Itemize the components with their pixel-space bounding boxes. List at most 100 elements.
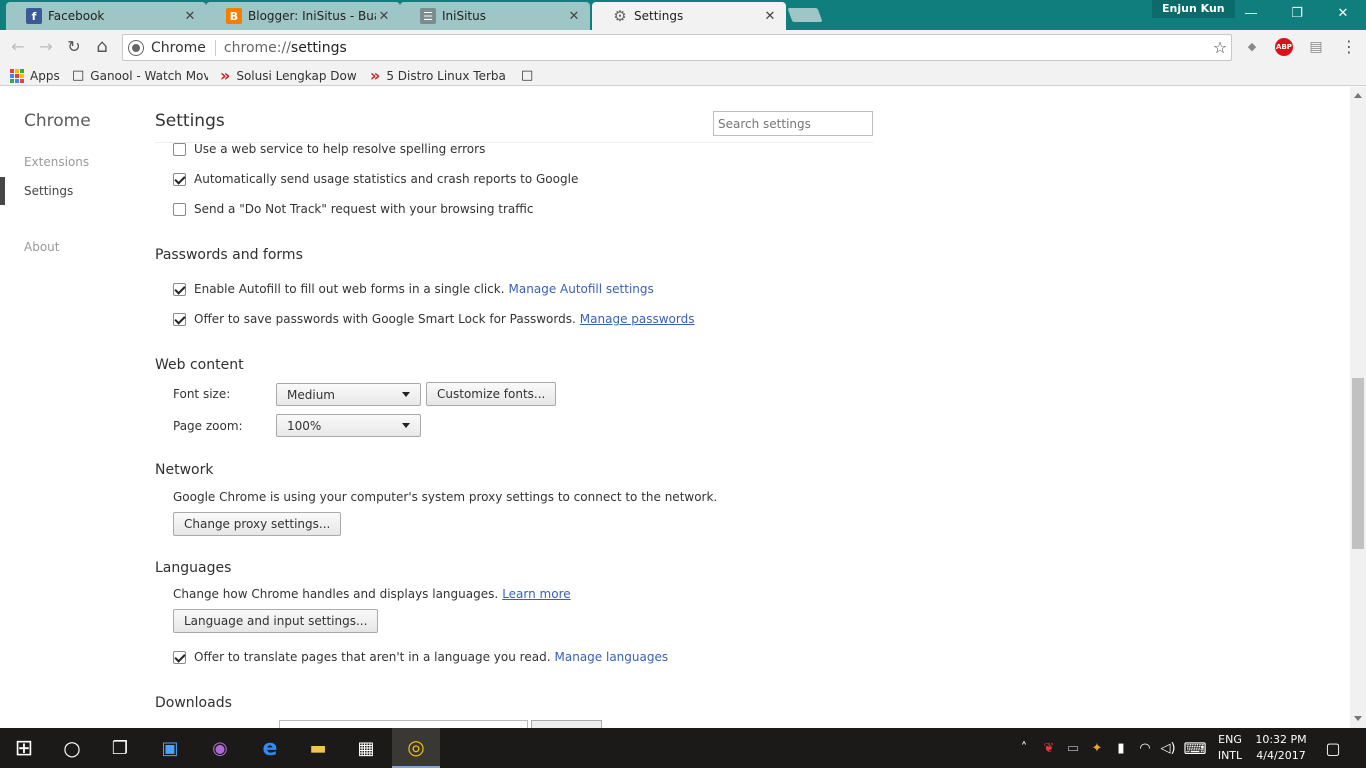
font-size-select[interactable]: Medium <box>276 383 421 406</box>
tab-inisitus[interactable]: ☰ IniSitus ✕ <box>400 2 590 30</box>
autofill-checkbox[interactable] <box>173 282 186 296</box>
input-language-indicator[interactable]: ENG INTL <box>1212 732 1248 764</box>
back-button[interactable]: ← <box>7 36 29 58</box>
address-bar[interactable]: Chrome chrome://settings ☆ <box>122 34 1232 61</box>
manage-autofill-link[interactable]: Manage Autofill settings <box>509 282 654 296</box>
keyboard-icon[interactable]: ⌨ <box>1182 728 1208 768</box>
battery-icon[interactable]: ▮ <box>1110 728 1132 768</box>
tray-app-icon[interactable]: ❦ <box>1038 728 1060 768</box>
learn-more-link[interactable]: Learn more <box>502 587 570 601</box>
nav-title: Chrome <box>24 111 91 131</box>
font-size-label: Font size: <box>173 387 231 401</box>
scrollbar-thumb[interactable] <box>1352 378 1364 549</box>
url-scheme: chrome:// <box>223 39 291 56</box>
red-chevron-icon: » <box>220 67 231 84</box>
section-title-passwords: Passwords and forms <box>155 247 303 263</box>
task-view-button[interactable]: ❐ <box>96 728 144 768</box>
tab-facebook[interactable]: f Facebook ✕ <box>6 2 206 30</box>
facebook-icon: f <box>26 8 42 24</box>
save-passwords-checkbox[interactable] <box>173 312 186 326</box>
bookmark-apps[interactable]: Apps <box>10 67 60 84</box>
spelling-service-checkbox[interactable] <box>173 142 186 156</box>
tray-settings-icon[interactable]: ✦ <box>1086 728 1108 768</box>
manage-languages-link[interactable]: Manage languages <box>555 650 669 664</box>
shield-extension-icon[interactable]: ◆ <box>1243 38 1261 56</box>
page-icon: □ <box>521 68 534 83</box>
gear-icon: ⚙ <box>613 7 627 25</box>
save-passwords-row[interactable]: Offer to save passwords with Google Smar… <box>173 312 694 326</box>
show-hidden-icons-icon[interactable]: ˄ <box>1014 728 1034 768</box>
url-text[interactable]: chrome://settings <box>224 40 1209 56</box>
volume-icon[interactable]: ◁) <box>1156 728 1180 768</box>
nav-selected-marker <box>0 177 5 205</box>
bookmark-distro-linux[interactable]: » 5 Distro Linux Terbaik <box>370 67 506 84</box>
nav-item-settings[interactable]: Settings <box>24 184 73 198</box>
checkbox-label: Automatically send usage statistics and … <box>194 172 579 186</box>
new-tab-button[interactable] <box>787 8 823 22</box>
lang-code: ENG <box>1218 733 1242 746</box>
page-zoom-select[interactable]: 100% <box>276 414 421 437</box>
media-player-icon[interactable]: ◉ <box>196 728 244 768</box>
bookmark-ganool[interactable]: □ Ganool - Watch Movi <box>72 67 208 84</box>
chrome-site-icon <box>129 40 143 55</box>
scroll-up-arrow-icon[interactable] <box>1354 93 1362 98</box>
scroll-down-arrow-icon[interactable] <box>1354 716 1362 721</box>
usage-stats-checkbox[interactable] <box>173 172 186 186</box>
chat-extension-icon[interactable]: ▤ <box>1307 38 1325 56</box>
bookmark-page[interactable]: □ <box>521 67 539 84</box>
page-zoom-label: Page zoom: <box>173 419 243 433</box>
usage-stats-row[interactable]: Automatically send usage statistics and … <box>173 172 578 186</box>
bookmark-star-icon[interactable]: ☆ <box>1209 38 1231 57</box>
download-change-button[interactable] <box>531 720 602 728</box>
tab-settings[interactable]: ⚙ Settings ✕ <box>592 2 786 30</box>
language-input-settings-button[interactable]: Language and input settings... <box>173 609 379 633</box>
home-button[interactable]: ⌂ <box>91 36 113 58</box>
checkbox-label: Offer to translate pages that aren't in … <box>194 650 551 664</box>
system-clock[interactable]: 10:32 PM 4/4/2017 <box>1252 732 1310 764</box>
spelling-service-row[interactable]: Use a web service to help resolve spelli… <box>173 142 485 156</box>
manage-passwords-link[interactable]: Manage passwords <box>580 312 695 326</box>
close-icon[interactable]: ✕ <box>376 9 392 24</box>
notification-center-icon[interactable]: ▢ <box>1320 728 1346 768</box>
change-proxy-button[interactable]: Change proxy settings... <box>173 512 342 536</box>
file-explorer-icon[interactable]: ▬ <box>294 728 342 768</box>
translate-checkbox[interactable] <box>173 650 186 664</box>
windows-taskbar: ⊞ ○ ❐ ▣ ◉ e ▬ ▦ ◎ ˄ ❦ ▭ ✦ ▮ ◠ ◁) ⌨ ENG I… <box>0 728 1366 768</box>
section-title-web-content: Web content <box>155 357 244 373</box>
restore-button[interactable]: ❐ <box>1274 0 1320 28</box>
nav-item-extensions[interactable]: Extensions <box>24 155 89 169</box>
cortana-button[interactable]: ○ <box>48 728 96 768</box>
download-location-field[interactable] <box>279 720 528 728</box>
tray-monitor-icon[interactable]: ▭ <box>1062 728 1084 768</box>
chevron-down-icon <box>402 423 410 428</box>
tab-blogger[interactable]: B Blogger: IniSitus - Buat e ✕ <box>206 2 400 30</box>
tab-title: Facebook <box>48 9 105 23</box>
languages-description: Change how Chrome handles and displays l… <box>173 587 499 601</box>
customize-fonts-button[interactable]: Customize fonts... <box>426 382 557 406</box>
reload-button[interactable]: ↻ <box>63 36 85 58</box>
app-blue-icon[interactable]: ▣ <box>146 728 194 768</box>
start-button[interactable]: ⊞ <box>0 728 48 768</box>
do-not-track-row[interactable]: Send a "Do Not Track" request with your … <box>173 202 533 216</box>
profile-button[interactable]: Enjun Kun <box>1152 0 1235 18</box>
page-scrollbar[interactable] <box>1350 87 1366 728</box>
adblock-plus-icon[interactable]: ABP <box>1275 38 1293 56</box>
wifi-icon[interactable]: ◠ <box>1134 728 1156 768</box>
minimize-button[interactable]: — <box>1228 0 1274 28</box>
search-settings-input[interactable] <box>713 111 873 136</box>
nav-item-about[interactable]: About <box>24 240 59 254</box>
edge-icon[interactable]: e <box>246 728 294 768</box>
clock-time: 10:32 PM <box>1255 733 1307 746</box>
store-icon[interactable]: ▦ <box>342 728 390 768</box>
do-not-track-checkbox[interactable] <box>173 202 186 216</box>
bookmark-solusi[interactable]: » Solusi Lengkap Downl <box>220 67 356 84</box>
autofill-row[interactable]: Enable Autofill to fill out web forms in… <box>173 282 654 296</box>
close-icon[interactable]: ✕ <box>182 9 198 24</box>
chrome-menu-icon[interactable]: ⋮ <box>1340 38 1358 56</box>
close-icon[interactable]: ✕ <box>566 9 582 24</box>
translate-row[interactable]: Offer to translate pages that aren't in … <box>173 650 668 664</box>
close-window-button[interactable]: ✕ <box>1320 0 1366 28</box>
chrome-taskbar-icon[interactable]: ◎ <box>392 728 440 768</box>
forward-button[interactable]: → <box>35 36 57 58</box>
close-icon[interactable]: ✕ <box>762 9 778 24</box>
